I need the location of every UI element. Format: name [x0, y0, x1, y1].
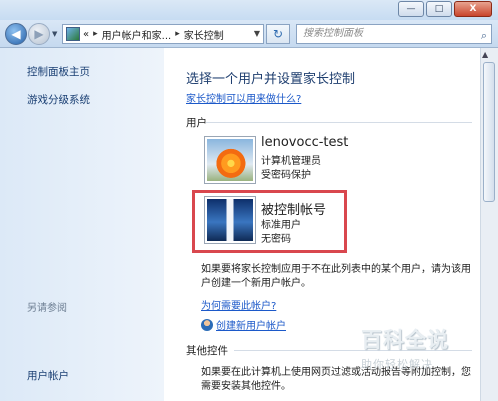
title-bar: — □ X — [0, 0, 498, 20]
maximize-button[interactable]: □ — [426, 1, 452, 17]
address-bar[interactable]: « ▸ 用户帐户和家... ▸ 家长控制 ▼ — [62, 24, 264, 44]
breadcrumb-user-accounts[interactable]: 用户帐户和家... — [102, 27, 172, 42]
recent-pages-dropdown-icon[interactable]: ▼ — [52, 30, 57, 38]
address-dropdown-icon[interactable]: ▼ — [254, 29, 260, 38]
highlight-box — [192, 190, 347, 253]
refresh-button[interactable]: ↻ — [266, 24, 290, 44]
breadcrumb-separator-icon[interactable]: ▸ — [175, 29, 180, 39]
help-link[interactable]: 家长控制可以用来做什么? — [186, 90, 301, 105]
search-placeholder: 搜索控制面板 — [303, 28, 363, 39]
watermark-subtitle: 助你轻松解决 — [361, 358, 433, 371]
users-section-label: 用户 — [186, 117, 207, 129]
other-controls-label: 其他控件 — [186, 345, 228, 357]
forward-button[interactable]: ▶ — [28, 23, 50, 45]
breadcrumb-parental-controls[interactable]: 家长控制 — [184, 27, 224, 42]
control-panel-icon — [66, 27, 80, 41]
breadcrumb-separator-icon[interactable]: ▸ — [93, 29, 98, 39]
back-button[interactable]: ◀ — [5, 23, 27, 45]
search-icon[interactable]: ⌕ — [481, 27, 487, 45]
scrollbar-thumb[interactable] — [483, 62, 495, 202]
why-account-link[interactable]: 为何需要此帐户? — [201, 297, 276, 312]
navigation-bar: ◀ ▶ ▼ « ▸ 用户帐户和家... ▸ 家长控制 ▼ ↻ 搜索控制面板 ⌕ — [0, 20, 498, 48]
scroll-up-icon[interactable]: ▲ — [482, 50, 488, 59]
sidebar-item-game-ratings[interactable]: 游戏分级系统 — [27, 92, 90, 107]
user-picture-admin[interactable] — [204, 136, 256, 184]
minimize-button[interactable]: — — [398, 1, 424, 17]
search-input[interactable]: 搜索控制面板 ⌕ — [296, 24, 492, 44]
create-user-link[interactable]: 创建新用户帐户 — [201, 317, 286, 332]
flower-avatar-icon — [207, 139, 253, 181]
section-divider — [206, 122, 472, 123]
user-role-admin: 计算机管理员 — [261, 156, 321, 167]
sidebar-item-control-panel-home[interactable]: 控制面板主页 — [27, 64, 90, 79]
page-title: 选择一个用户并设置家长控制 — [186, 72, 356, 87]
user-password-admin: 受密码保护 — [261, 170, 311, 181]
close-button[interactable]: X — [454, 1, 492, 17]
breadcrumb-overflow[interactable]: « — [83, 29, 89, 40]
create-user-label[interactable]: 创建新用户帐户 — [216, 317, 286, 332]
sidebar-item-user-accounts[interactable]: 用户帐户 — [27, 368, 69, 383]
missing-user-text: 如果要将家长控制应用于不在此列表中的某个用户，请为该用户创建一个新用户帐户。 — [201, 264, 471, 289]
user-name-admin[interactable]: lenovocc-test — [261, 135, 348, 150]
window-controls: — □ X — [398, 1, 492, 17]
watermark: 百科全说 助你轻松解决 — [361, 324, 479, 372]
see-also-label: 另请参阅 — [27, 303, 67, 314]
watermark-title: 百科全说 — [361, 328, 449, 352]
user-accounts-icon — [201, 318, 213, 331]
